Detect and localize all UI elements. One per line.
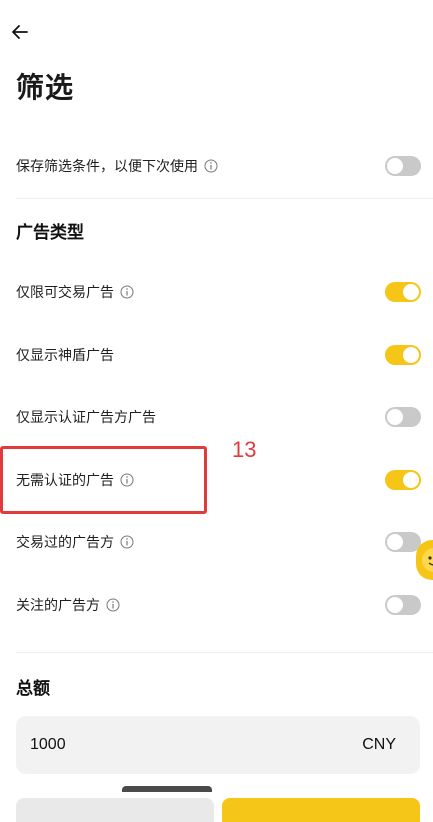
save-filter-row: 保存筛选条件，以便下次使用 bbox=[0, 146, 433, 186]
ad-types-title: 广告类型 bbox=[16, 223, 84, 243]
ad-type-toggle-aegis[interactable] bbox=[385, 344, 421, 365]
save-filter-label: 保存筛选条件，以便下次使用 bbox=[16, 156, 218, 176]
ad-type-label: 仅显示神盾广告 bbox=[16, 345, 114, 365]
toggle-knob bbox=[387, 534, 403, 550]
annotation-number: 13 bbox=[232, 437, 257, 462]
toggle-knob bbox=[387, 596, 403, 613]
ad-type-toggle-tradeable[interactable] bbox=[385, 282, 421, 302]
info-icon[interactable] bbox=[120, 285, 134, 299]
toggle-knob bbox=[403, 471, 419, 488]
ad-type-toggle-no-verification[interactable] bbox=[385, 469, 421, 490]
ad-type-toggle-traded-advertiser[interactable] bbox=[385, 532, 421, 552]
currency-label[interactable]: CNY bbox=[362, 736, 396, 754]
arrow-left-icon[interactable] bbox=[8, 20, 32, 44]
ad-type-row-aegis: 仅显示神盾广告 bbox=[0, 335, 433, 375]
floating-mascot-icon[interactable] bbox=[416, 540, 433, 580]
divider bbox=[16, 198, 433, 199]
ad-type-label-text: 关注的广告方 bbox=[16, 597, 100, 614]
divider bbox=[16, 652, 433, 653]
ad-type-toggle-followed-advertiser[interactable] bbox=[385, 594, 421, 615]
ad-type-label-text: 仅显示神盾广告 bbox=[16, 347, 114, 364]
info-icon[interactable] bbox=[120, 535, 134, 549]
info-icon[interactable] bbox=[204, 159, 218, 173]
ad-type-label: 关注的广告方 bbox=[16, 595, 120, 615]
confirm-button[interactable] bbox=[222, 798, 420, 822]
amount-value: 1000 bbox=[30, 736, 66, 753]
save-filter-toggle[interactable] bbox=[385, 156, 421, 176]
toggle-knob bbox=[387, 158, 403, 174]
amount-input[interactable]: 1000 CNY bbox=[16, 716, 420, 774]
ad-type-label: 仅显示认证广告方广告 bbox=[16, 407, 156, 427]
reset-button[interactable] bbox=[16, 798, 214, 822]
ad-type-row-traded-advertiser: 交易过的广告方 bbox=[0, 522, 433, 562]
ad-type-row-tradeable: 仅限可交易广告 bbox=[0, 272, 433, 312]
ad-type-toggle-verified-advertiser[interactable] bbox=[385, 407, 421, 427]
amount-title: 总额 bbox=[16, 679, 50, 699]
annotation-box bbox=[0, 446, 207, 514]
page-title: 筛选 bbox=[16, 71, 75, 104]
ad-type-label-text: 仅显示认证广告方广告 bbox=[16, 410, 156, 426]
ad-type-row-verified-advertiser: 仅显示认证广告方广告 bbox=[0, 397, 433, 437]
toggle-knob bbox=[387, 409, 403, 425]
toggle-knob bbox=[403, 284, 419, 300]
info-icon[interactable] bbox=[106, 598, 120, 612]
mascot-face-icon bbox=[422, 548, 433, 572]
ad-type-row-followed-advertiser: 关注的广告方 bbox=[0, 585, 433, 625]
toggle-knob bbox=[403, 346, 419, 363]
ad-type-label: 仅限可交易广告 bbox=[16, 282, 134, 302]
ad-type-label-text: 仅限可交易广告 bbox=[16, 285, 114, 301]
ad-type-label-text: 交易过的广告方 bbox=[16, 535, 114, 551]
ad-type-label: 交易过的广告方 bbox=[16, 532, 134, 552]
bottom-chip bbox=[122, 786, 212, 792]
